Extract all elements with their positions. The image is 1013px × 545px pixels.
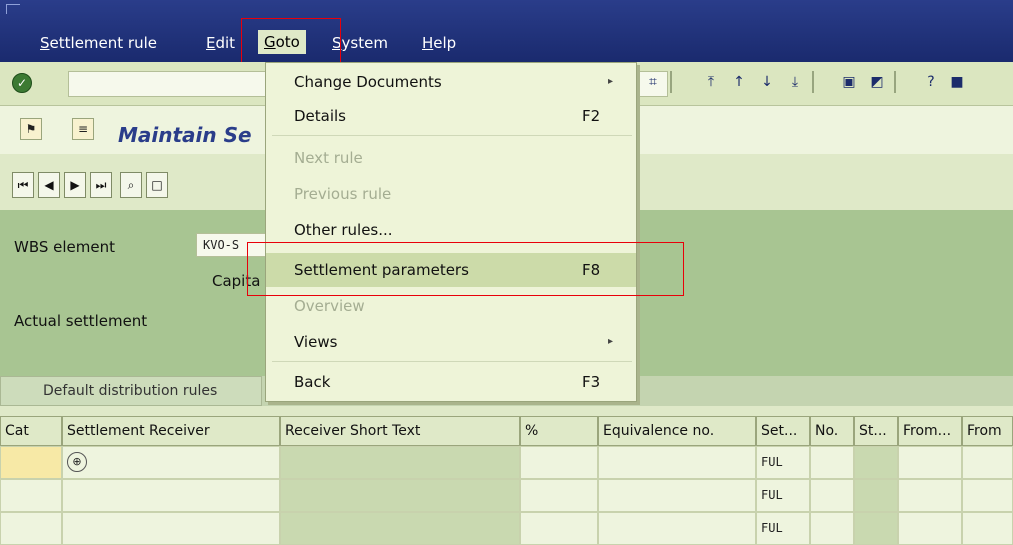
- enter-check-icon[interactable]: ✓: [12, 73, 32, 93]
- no-cell[interactable]: [810, 446, 854, 479]
- status-cell: [854, 446, 898, 479]
- equivalence-cell[interactable]: [598, 446, 756, 479]
- wbs-element-label: WBS element: [14, 238, 116, 256]
- column-header-settlement-receiver[interactable]: Settlement Receiver: [62, 416, 280, 446]
- help-icon[interactable]: ?: [920, 70, 942, 94]
- from-year-cell[interactable]: [962, 446, 1013, 479]
- column-header-cat[interactable]: Cat: [0, 416, 62, 446]
- settlement-receiver-cell[interactable]: [62, 512, 280, 545]
- from-period-cell[interactable]: [898, 446, 962, 479]
- previous-rule-icon[interactable]: ◀: [38, 172, 60, 198]
- receiver-short-text-cell: [280, 446, 520, 479]
- find-icon[interactable]: ⌗: [642, 70, 664, 94]
- menu-bar: [0, 0, 1013, 62]
- percent-cell[interactable]: [520, 479, 598, 512]
- menu-item-change-documents[interactable]: Change Documents ▸: [266, 65, 636, 99]
- hierarchy-icon[interactable]: ⚑: [20, 118, 42, 140]
- column-header-from-year[interactable]: From: [962, 416, 1013, 446]
- menu-help[interactable]: Help: [422, 34, 456, 52]
- goto-dropdown-menu: Change Documents ▸ Details F2 Next rule Pr…: [265, 62, 637, 402]
- equivalence-cell[interactable]: [598, 512, 756, 545]
- menu-settlement-rule[interactable]: Settlement rule: [40, 34, 157, 52]
- toolbar-separator: [670, 71, 672, 93]
- actual-settlement-label: Actual settlement: [14, 312, 148, 330]
- column-header-receiver-short-text[interactable]: Receiver Short Text: [280, 416, 520, 446]
- column-header-no[interactable]: No.: [810, 416, 854, 446]
- shortcut-icon[interactable]: ◩: [866, 70, 888, 94]
- settlement-type-cell[interactable]: FUL: [756, 512, 810, 545]
- new-entry-icon[interactable]: □: [146, 172, 168, 198]
- settlement-type-cell[interactable]: FUL: [756, 446, 810, 479]
- toolbar-separator: [894, 71, 896, 93]
- prev-page-icon[interactable]: ↑: [728, 70, 750, 94]
- settlement-type-cell[interactable]: FUL: [756, 479, 810, 512]
- status-cell: [854, 512, 898, 545]
- from-period-cell[interactable]: [898, 479, 962, 512]
- layout-icon[interactable]: ■: [946, 70, 968, 94]
- last-page-icon[interactable]: ⤓: [784, 70, 806, 94]
- tab-default-distribution-rules[interactable]: Default distribution rules: [0, 376, 262, 406]
- column-header-percent[interactable]: %: [520, 416, 598, 446]
- percent-cell[interactable]: [520, 512, 598, 545]
- menu-item-previous-rule: Previous rule: [294, 185, 392, 203]
- new-session-icon[interactable]: ▣: [838, 70, 860, 94]
- search-help-icon[interactable]: ⊕: [67, 452, 87, 472]
- status-cell: [854, 479, 898, 512]
- settlement-receiver-cell[interactable]: ⊕: [62, 446, 280, 479]
- menu-separator: [272, 361, 632, 362]
- settlement-receiver-cell[interactable]: [62, 479, 280, 512]
- cat-cell[interactable]: [0, 446, 62, 479]
- document-icon[interactable]: ≡: [72, 118, 94, 140]
- search-icon[interactable]: ⌕: [120, 172, 142, 198]
- window-corner-icon: [6, 4, 20, 14]
- first-rule-icon[interactable]: ⏮: [12, 172, 34, 198]
- column-header-from-period[interactable]: From...: [898, 416, 962, 446]
- column-header-settlement-type[interactable]: Set...: [756, 416, 810, 446]
- no-cell[interactable]: [810, 479, 854, 512]
- submenu-arrow-icon: ▸: [608, 76, 614, 87]
- receiver-short-text-cell: [280, 512, 520, 545]
- submenu-arrow-icon: ▸: [608, 336, 614, 347]
- menu-item-views[interactable]: Views ▸: [266, 325, 636, 359]
- page-title: Maintain Se: [118, 123, 252, 147]
- from-year-cell[interactable]: [962, 479, 1013, 512]
- highlight-settlement-parameters: [247, 242, 684, 296]
- no-cell[interactable]: [810, 512, 854, 545]
- column-header-equivalence-no[interactable]: Equivalence no.: [598, 416, 756, 446]
- equivalence-cell[interactable]: [598, 479, 756, 512]
- menu-edit[interactable]: Edit: [206, 34, 235, 52]
- highlight-goto: [241, 18, 341, 68]
- percent-cell[interactable]: [520, 446, 598, 479]
- from-period-cell[interactable]: [898, 512, 962, 545]
- next-rule-icon[interactable]: ▶: [64, 172, 86, 198]
- column-header-status[interactable]: St...: [854, 416, 898, 446]
- toolbar-separator: [812, 71, 814, 93]
- first-page-icon[interactable]: ⤒: [700, 70, 722, 94]
- menu-item-back[interactable]: Back F3: [266, 365, 636, 399]
- cat-cell[interactable]: [0, 512, 62, 545]
- cat-cell[interactable]: [0, 479, 62, 512]
- menu-separator: [272, 135, 632, 136]
- receiver-short-text-cell: [280, 479, 520, 512]
- menu-item-details[interactable]: Details F2: [266, 99, 636, 133]
- last-rule-icon[interactable]: ⏭: [90, 172, 112, 198]
- menu-item-next-rule: Next rule: [294, 149, 363, 167]
- next-page-icon[interactable]: ↓: [756, 70, 778, 94]
- from-year-cell[interactable]: [962, 512, 1013, 545]
